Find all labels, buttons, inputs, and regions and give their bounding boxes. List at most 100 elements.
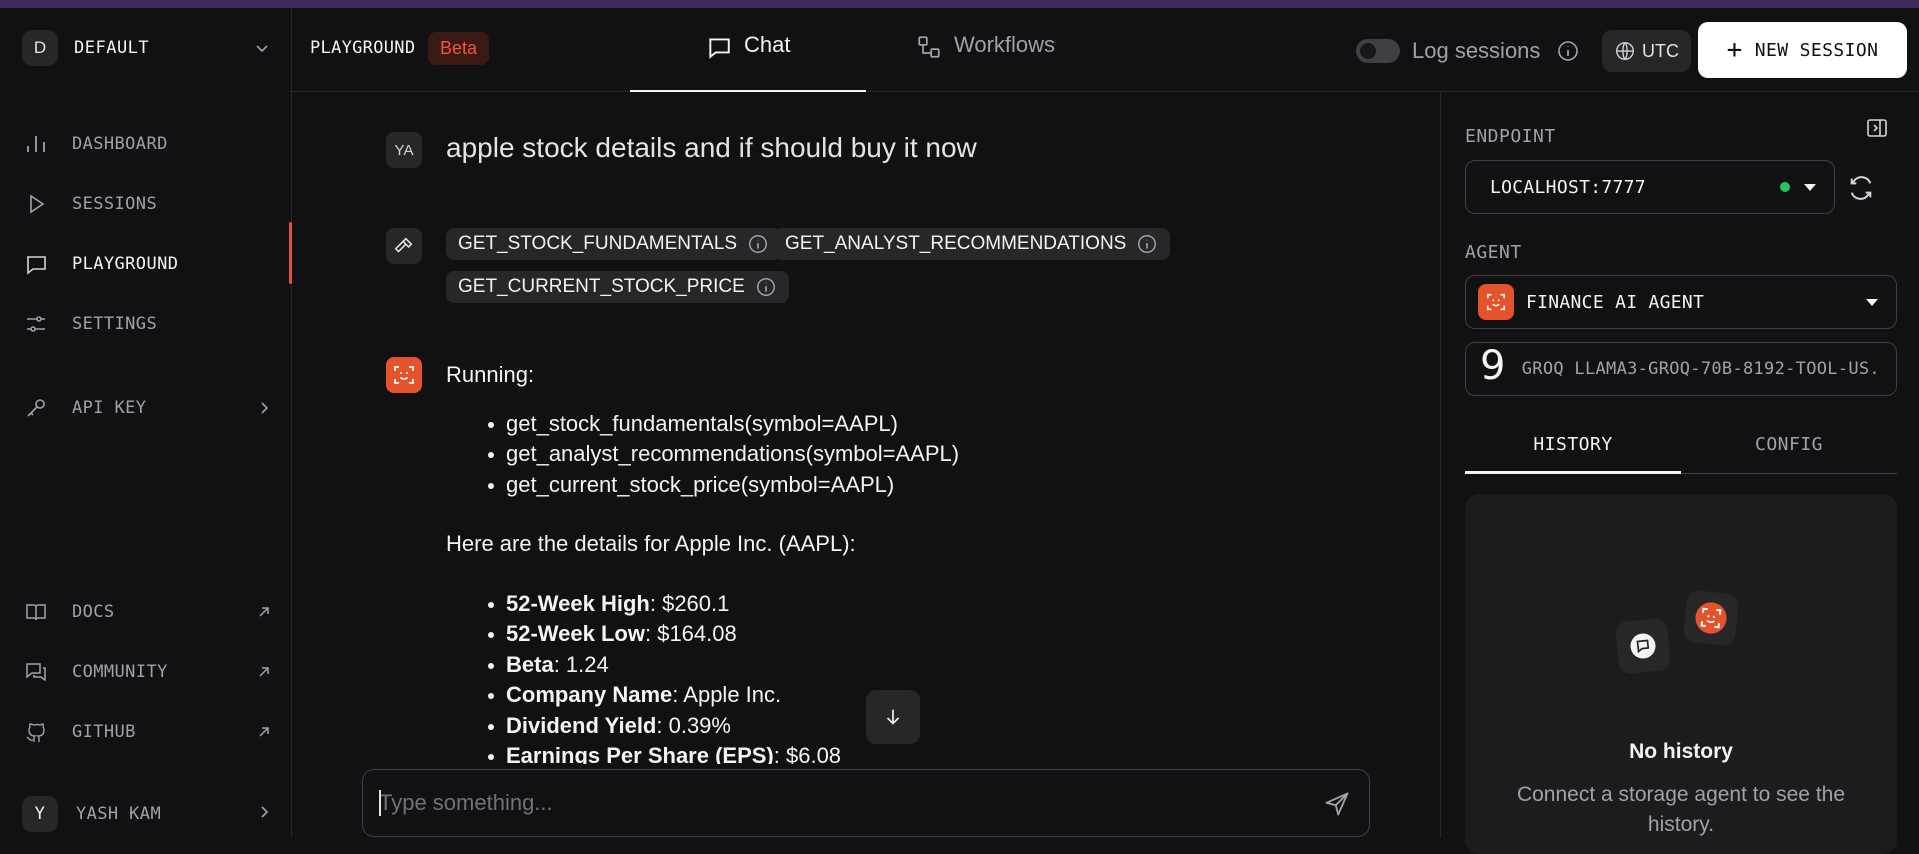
scroll-to-bottom-button[interactable]	[866, 690, 920, 744]
model-display: 9 GROQ LLAMA3-GROQ-70B-8192-TOOL-US...	[1465, 342, 1897, 396]
info-icon	[1138, 235, 1157, 253]
sliders-icon	[22, 310, 50, 338]
sidebar-item-sessions[interactable]: SESSIONS	[22, 184, 272, 224]
message-input[interactable]	[379, 788, 1279, 818]
log-sessions-toggle[interactable]	[1356, 39, 1400, 63]
sidebar-item-label: COMMUNITY	[72, 662, 168, 682]
user-message: apple stock details and if should buy it…	[446, 132, 977, 163]
agent-value: FINANCE AI AGENT	[1526, 291, 1705, 313]
status-dot	[1780, 182, 1790, 192]
beta-badge: Beta	[428, 32, 490, 65]
sidebar-item-label: DASHBOARD	[72, 134, 168, 154]
timezone-label: UTC	[1642, 40, 1679, 61]
log-sessions-label: Log sessions	[1412, 38, 1541, 63]
workspace-avatar: D	[22, 30, 58, 66]
right-panel: ENDPOINT LOCALHOST:7777 AGENT FINANCE AI…	[1440, 92, 1919, 854]
sidebar: D DEFAULT DASHBOARD SESSIONS PLAYGROUND …	[0, 8, 292, 838]
top-header: PLAYGROUND Beta Chat Workflows Log sessi…	[292, 8, 1919, 92]
detail-label: Beta	[506, 651, 554, 677]
new-session-label: NEW SESSION	[1754, 39, 1879, 61]
workspace-name: DEFAULT	[74, 38, 150, 58]
page-title: PLAYGROUND	[310, 38, 416, 58]
message-input-box[interactable]	[362, 769, 1370, 837]
sidebar-item-label: GITHUB	[72, 722, 136, 742]
avatar: Y	[22, 796, 58, 832]
external-link-icon	[256, 604, 272, 620]
active-tab-underline	[1465, 471, 1681, 474]
chevron-down-icon	[256, 45, 268, 53]
text-caret	[379, 790, 381, 816]
history-empty-title: No history	[1629, 740, 1733, 763]
sidebar-item-settings[interactable]: SETTINGS	[22, 304, 272, 344]
reply-running: Running:	[446, 362, 535, 387]
github-icon	[22, 718, 50, 746]
new-session-button[interactable]: + NEW SESSION	[1698, 22, 1907, 78]
reply-intro: Here are the details for Apple Inc. (AAP…	[446, 531, 856, 556]
tool-name: GET_CURRENT_STOCK_PRICE	[458, 276, 745, 297]
tool-chip[interactable]: GET_CURRENT_STOCK_PRICE	[446, 271, 789, 303]
chat-bubble-icon	[1614, 617, 1672, 675]
tab-chat[interactable]: Chat	[706, 32, 790, 92]
info-icon	[749, 235, 768, 253]
sidebar-item-playground[interactable]: PLAYGROUND	[22, 244, 272, 284]
user-name: YASH KAM	[76, 804, 162, 824]
endpoint-value: LOCALHOST:7777	[1490, 176, 1646, 198]
detail-value: : $260.1	[649, 590, 730, 616]
play-icon	[22, 190, 50, 218]
tool-chip[interactable]: GET_ANALYST_RECOMMENDATIONS	[773, 228, 1171, 260]
tool-name: GET_STOCK_FUNDAMENTALS	[458, 233, 738, 254]
chevron-right-icon	[256, 400, 272, 416]
detail-label: Company Name	[506, 682, 673, 707]
user-menu[interactable]: Y YASH KAM	[22, 794, 272, 834]
list-item: Beta: 1.24	[487, 650, 959, 681]
external-link-icon	[256, 724, 272, 740]
tab-label: Chat	[744, 32, 791, 57]
sidebar-item-github[interactable]: GITHUB	[22, 712, 272, 752]
sidebar-item-dashboard[interactable]: DASHBOARD	[22, 124, 272, 164]
caret-down-icon	[1866, 298, 1878, 306]
caret-down-icon	[1804, 183, 1816, 191]
arrow-down-icon	[886, 709, 900, 725]
sidebar-item-api-key[interactable]: API KEY	[22, 388, 272, 428]
panel-collapse-icon[interactable]	[1865, 116, 1889, 140]
detail-value: : 0.39%	[656, 712, 731, 738]
chevron-right-icon	[256, 804, 272, 825]
workflow-icon	[918, 36, 940, 58]
history-empty-state: No history Connect a storage agent to se…	[1465, 494, 1897, 854]
scan-face-icon	[394, 366, 414, 384]
function-call-list: get_stock_fundamentals(symbol=AAPL) get_…	[487, 409, 959, 501]
sidebar-item-label: PLAYGROUND	[72, 254, 179, 274]
sidebar-item-community[interactable]: COMMUNITY	[22, 652, 272, 692]
tab-config[interactable]: CONFIG	[1681, 434, 1897, 478]
send-icon[interactable]	[1323, 790, 1351, 818]
tab-label: HISTORY	[1533, 434, 1613, 455]
detail-label: 52-Week Low	[506, 621, 645, 646]
sidebar-item-label: API KEY	[72, 398, 147, 418]
agent-bubble-icon	[1682, 589, 1740, 647]
sidebar-item-label: SETTINGS	[72, 314, 158, 334]
external-link-icon	[256, 664, 272, 680]
workspace-switcher[interactable]: D DEFAULT	[22, 28, 270, 68]
groq-logo-icon: 9	[1480, 343, 1506, 389]
detail-label: Dividend Yield	[506, 712, 657, 738]
endpoint-select[interactable]: LOCALHOST:7777	[1465, 160, 1835, 214]
info-icon	[756, 278, 775, 296]
timezone-button[interactable]: UTC	[1602, 30, 1691, 72]
sidebar-item-docs[interactable]: DOCS	[22, 592, 272, 632]
refresh-icon[interactable]	[1847, 174, 1875, 202]
message-square-icon	[22, 250, 50, 278]
bar-chart-icon	[22, 130, 50, 158]
detail-value: : $164.08	[644, 621, 737, 646]
tool-name: GET_ANALYST_RECOMMENDATIONS	[785, 233, 1127, 254]
list-item: 52-Week Low: $164.08	[487, 619, 959, 650]
message-square-icon	[709, 38, 730, 59]
tab-workflows[interactable]: Workflows	[916, 32, 1055, 92]
info-icon[interactable]	[1556, 39, 1580, 63]
hammer-icon	[386, 228, 422, 264]
sidebar-item-label: SESSIONS	[72, 194, 158, 214]
chat-area: YA apple stock details and if should buy…	[292, 92, 1440, 838]
tool-chip[interactable]: GET_STOCK_FUNDAMENTALS	[446, 228, 782, 260]
agent-label: AGENT	[1465, 242, 1522, 263]
list-item: get_analyst_recommendations(symbol=AAPL)	[487, 439, 959, 470]
agent-select[interactable]: FINANCE AI AGENT	[1465, 275, 1897, 329]
